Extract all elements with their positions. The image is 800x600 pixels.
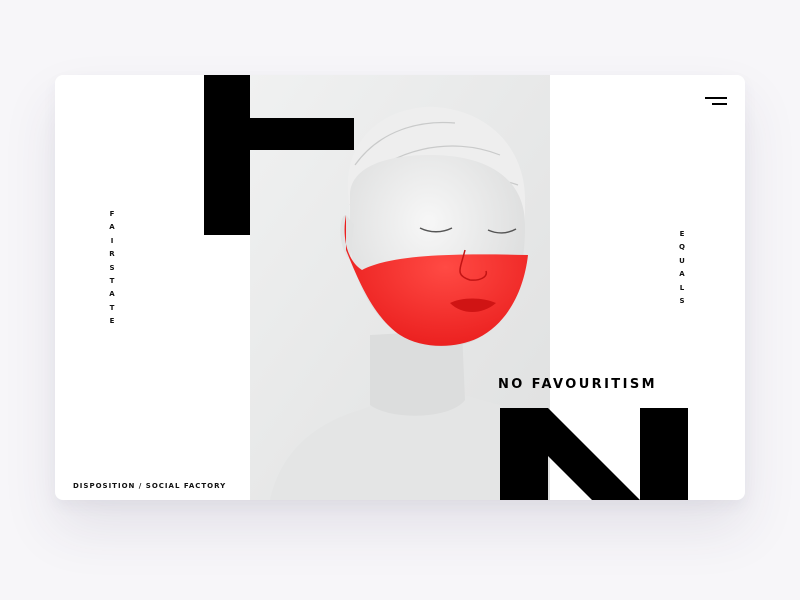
vertical-letter: A bbox=[109, 223, 115, 232]
vertical-letter: T bbox=[109, 277, 115, 286]
vertical-letter: I bbox=[110, 236, 114, 245]
vertical-word-equals: EQUALS bbox=[678, 228, 686, 308]
big-letter-f-stem bbox=[204, 75, 250, 235]
vertical-letter: E bbox=[109, 317, 115, 326]
vertical-letter: S bbox=[109, 263, 115, 272]
vertical-letter: A bbox=[679, 270, 685, 279]
vertical-word-fairstate: FAIRSTATE bbox=[108, 208, 116, 329]
vertical-letter: R bbox=[109, 250, 115, 259]
vertical-letter: T bbox=[109, 303, 115, 312]
vertical-letter: F bbox=[109, 210, 115, 218]
vertical-letter: Q bbox=[679, 243, 685, 252]
big-letter-f-arm bbox=[204, 118, 354, 150]
vertical-letter: E bbox=[679, 230, 685, 238]
hamburger-menu-icon[interactable] bbox=[703, 97, 727, 109]
big-letter-n bbox=[500, 408, 688, 500]
menu-icon-line-bottom bbox=[712, 103, 727, 105]
vertical-letter: A bbox=[109, 290, 115, 299]
headline: NO FAVOURITISM bbox=[498, 377, 657, 392]
menu-icon-line-top bbox=[705, 97, 727, 99]
vertical-letter: S bbox=[679, 297, 685, 306]
hero-card: FAIRSTATE EQUALS NO FAVOURITISM DISPOSIT… bbox=[55, 75, 745, 500]
footer-caption: DISPOSITION / SOCIAL FACTORY bbox=[73, 482, 227, 490]
big-letter-f bbox=[204, 75, 354, 235]
vertical-letter: L bbox=[679, 283, 685, 292]
vertical-letter: U bbox=[679, 256, 685, 265]
